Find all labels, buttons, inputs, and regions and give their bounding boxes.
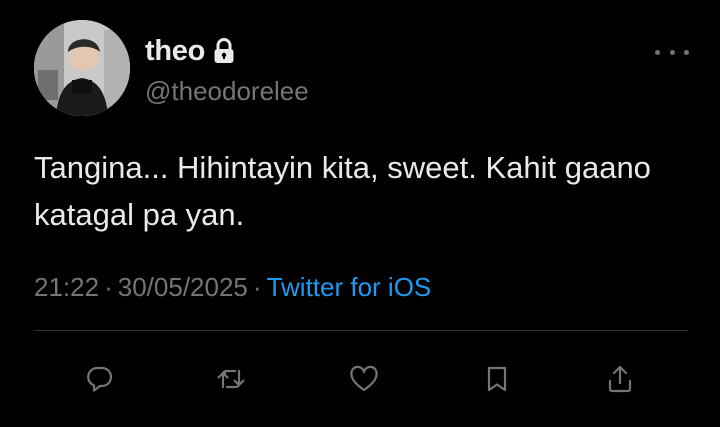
like-icon <box>350 365 378 392</box>
tweet-time[interactable]: 21:22 <box>34 272 99 302</box>
action-bar <box>0 356 720 402</box>
tweet-meta: 21:22 · 30/05/2025 · Twitter for iOS <box>34 272 431 303</box>
bookmark-icon <box>487 366 507 392</box>
tweet-source-link[interactable]: Twitter for iOS <box>267 272 432 302</box>
bookmark-button[interactable] <box>474 356 520 402</box>
tweet-text: Tangina... Hihintayin kita, sweet. Kahit… <box>34 150 651 232</box>
tweet-date[interactable]: 30/05/2025 <box>118 272 248 302</box>
more-options-icon[interactable] <box>655 44 689 60</box>
lock-icon <box>213 38 235 64</box>
meta-separator: · <box>104 272 113 302</box>
reply-icon <box>87 366 113 392</box>
profile-photo <box>34 20 130 116</box>
reply-button[interactable] <box>77 356 123 402</box>
retweet-button[interactable] <box>208 356 254 402</box>
like-button[interactable] <box>341 356 387 402</box>
display-name[interactable]: theo <box>145 35 205 68</box>
share-button[interactable] <box>597 356 643 402</box>
meta-separator: · <box>252 272 262 302</box>
retweet-icon <box>217 369 245 389</box>
avatar[interactable] <box>34 20 130 116</box>
author-handle[interactable]: @theodorelee <box>145 76 309 107</box>
tweet-detail: theo @theodorelee Tangina... Hihintayin … <box>0 0 720 427</box>
divider <box>34 330 688 331</box>
author-name-row: theo <box>145 32 235 70</box>
share-icon <box>608 365 632 393</box>
